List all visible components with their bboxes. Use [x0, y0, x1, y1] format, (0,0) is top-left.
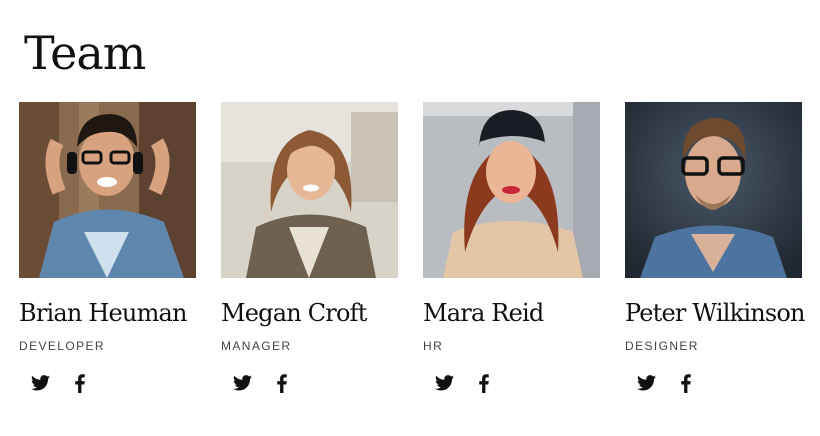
member-role: HR [423, 339, 444, 353]
social-links [221, 373, 399, 393]
twitter-icon[interactable] [232, 373, 252, 393]
facebook-icon[interactable] [272, 373, 292, 393]
social-links [625, 373, 803, 393]
twitter-icon[interactable] [434, 373, 454, 393]
member-name: Peter Wilkinson [625, 299, 806, 327]
facebook-icon[interactable] [676, 373, 696, 393]
team-member-card: Mara Reid HR [423, 102, 601, 393]
social-links [423, 373, 601, 393]
team-member-card: Brian Heuman DEVELOPER [19, 102, 197, 393]
member-name: Megan Croft [221, 299, 367, 327]
twitter-icon[interactable] [636, 373, 656, 393]
team-member-card: Megan Croft MANAGER [221, 102, 399, 393]
member-name: Mara Reid [423, 299, 544, 327]
facebook-icon[interactable] [474, 373, 494, 393]
member-photo [19, 102, 196, 278]
team-member-card: Peter Wilkinson DESIGNER [625, 102, 806, 393]
facebook-icon[interactable] [70, 373, 90, 393]
member-name: Brian Heuman [19, 299, 188, 327]
twitter-icon[interactable] [30, 373, 50, 393]
member-photo [423, 102, 600, 278]
social-links [19, 373, 197, 393]
member-role: DESIGNER [625, 339, 699, 353]
team-grid: Brian Heuman DEVELOPER Megan Croft MANAG… [0, 0, 820, 436]
member-photo [221, 102, 398, 278]
member-role: MANAGER [221, 339, 292, 353]
member-role: DEVELOPER [19, 339, 105, 353]
member-photo [625, 102, 802, 278]
